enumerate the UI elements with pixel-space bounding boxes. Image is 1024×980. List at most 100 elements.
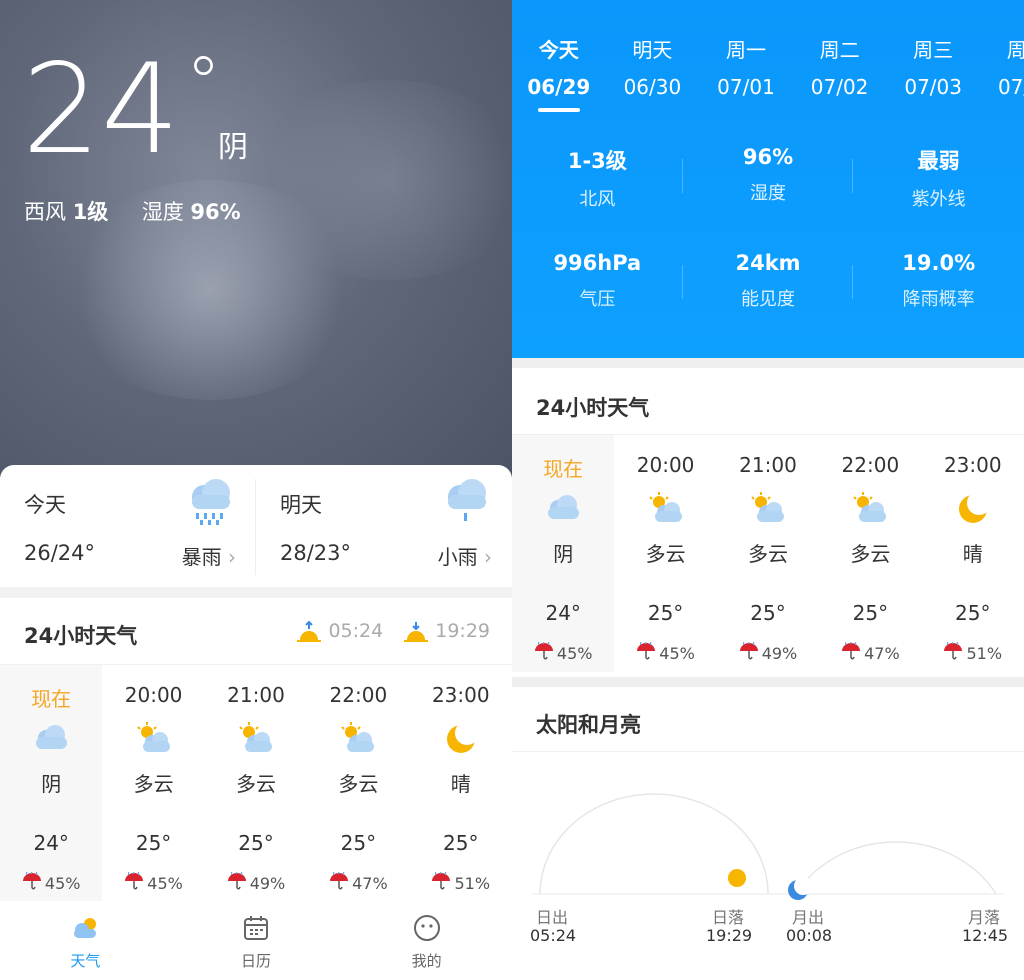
day-name: 明天 (632, 38, 673, 62)
sunrise-value: 05:24 (328, 620, 384, 642)
day-tab[interactable]: 周四 07/04 (980, 34, 1024, 114)
stat-pressure: 996hPa 气压 (512, 251, 683, 357)
rain-value: 45% (147, 873, 183, 893)
cloud-icon (543, 491, 583, 527)
wind-value: 1级 (72, 200, 109, 224)
day-date: 06/29 (527, 75, 591, 99)
tab-weather[interactable]: 天气 (0, 901, 171, 980)
tab-calendar[interactable]: 日历 (171, 901, 342, 980)
tab-label: 日历 (241, 952, 272, 970)
forecast-condition: 小雨 › (438, 541, 492, 570)
rain-value: 47% (864, 643, 900, 663)
forecast-today[interactable]: 今天 26/24° 暴雨 › (0, 465, 256, 587)
partly-cloudy-icon (338, 721, 378, 757)
calendar-icon (244, 916, 268, 940)
day-selector: 今天 06/29 明天 06/30 周一 07/01 周二 07/02 周三 07/03 … (512, 34, 1024, 114)
forecast-tomorrow[interactable]: 明天 28/23° 小雨 › (256, 465, 512, 587)
umbrella-icon (943, 642, 963, 664)
hour-rain-chance: 47% (307, 872, 409, 894)
chevron-right-icon: › (228, 545, 236, 569)
hour-temperature: 25° (852, 601, 889, 625)
rain-value: 47% (352, 873, 388, 893)
day-tab[interactable]: 周三 07/03 (886, 34, 980, 114)
sunrise-time: 05:24 (296, 620, 383, 642)
stat-label: 湿度 (750, 183, 786, 204)
umbrella-icon (636, 642, 656, 664)
stat-label: 气压 (579, 289, 616, 310)
hour-time: 现在 (31, 687, 72, 711)
selected-underline (537, 108, 580, 112)
stat-value: 24km (735, 251, 801, 275)
hour-column: 23:00 晴 25° 51% (410, 665, 512, 902)
partly-cloudy-icon (134, 721, 174, 757)
hour-time: 21:00 (227, 683, 285, 707)
arc-diagram (532, 793, 1004, 900)
current-weather-hero: 24 ° 阴 西风 1级 湿度 96% (0, 0, 512, 500)
degree-symbol: ° (186, 42, 221, 124)
partly-cloudy-icon (236, 721, 276, 757)
tab-label: 我的 (411, 952, 442, 970)
stat-value: 最弱 (917, 149, 960, 173)
hour-rain-chance: 47% (819, 642, 921, 664)
hour-temperature: 25° (238, 831, 274, 855)
hour-temperature: 25° (340, 831, 377, 855)
stat-value: 996hPa (553, 251, 642, 275)
today-weather-screen: 24 ° 阴 西风 1级 湿度 96% 今天 26/24° 暴雨 › 明天 28… (0, 0, 512, 980)
tab-profile[interactable]: 我的 (341, 901, 512, 980)
day-date: 07/01 (717, 75, 775, 99)
tab-label: 天气 (70, 952, 101, 970)
moon-icon (441, 721, 481, 757)
hourly-forecast: 24小时天气 05:24 19:29 现在阴 24° 45% 20:00 多云 25° 45… (0, 598, 512, 902)
humidity-value: 96% (190, 200, 241, 224)
hour-column: 现在阴 24° 45% (0, 665, 103, 902)
day-name: 周一 (725, 38, 766, 62)
day-tab[interactable]: 今天 06/29 (512, 34, 606, 114)
partly-cloudy-icon (646, 491, 686, 527)
stat-label: 能见度 (741, 289, 795, 310)
current-condition: 阴 (218, 130, 248, 165)
day-detail-screen: 今天 06/29 明天 06/30 周一 07/01 周二 07/02 周三 07/03 … (512, 0, 1024, 980)
rain-value: 45% (659, 643, 695, 663)
section-title: 24小时天气 (536, 396, 650, 420)
hour-condition: 阴 (41, 772, 62, 796)
rain-value: 51% (454, 873, 491, 893)
day-tab[interactable]: 周一 07/01 (699, 34, 793, 114)
forecast-range: 26/24° (24, 541, 96, 565)
forecast-condition-text: 暴雨 (181, 545, 222, 569)
sunset-time: 19:29 (403, 620, 490, 642)
hour-rain-chance: 45% (0, 872, 102, 894)
section-title: 24小时天气 (24, 624, 138, 648)
hour-condition: 多云 (133, 772, 174, 796)
hour-columns: 现在阴 24° 45% 20:00 多云 25° 45% 21:00 多云 25° 49% 22:00… (512, 434, 1024, 677)
sunset-value: 19:29 (435, 620, 490, 642)
two-day-forecast: 今天 26/24° 暴雨 › 明天 28/23° 小雨 › (0, 465, 512, 587)
day-name: 周四 (1006, 38, 1024, 62)
humidity-label: 湿度 (141, 200, 184, 224)
hourly-forecast: 24小时天气 现在阴 24° 45% 20:00 多云 25° 45% 21:00 多云 25° 4… (512, 368, 1024, 677)
hour-time: 22:00 (841, 453, 900, 477)
hour-rain-chance: 45% (512, 642, 614, 664)
sunrise-label: 日出 (536, 908, 569, 927)
hour-temperature: 25° (750, 601, 786, 625)
stat-visibility: 24km 能见度 (683, 251, 854, 357)
stat-value: 96% (742, 145, 794, 169)
hour-condition: 多云 (338, 772, 379, 796)
stat-uv: 最弱 紫外线 (853, 145, 1024, 251)
forecast-day-label: 今天 (24, 493, 66, 517)
rain-value: 49% (249, 873, 286, 893)
hour-column: 23:00 晴 25° 51% (922, 435, 1024, 672)
section-title: 太阳和月亮 (536, 713, 641, 737)
day-tab[interactable]: 周二 07/02 (793, 34, 887, 114)
rain-value: 45% (44, 873, 81, 893)
hour-temperature: 25° (955, 601, 991, 625)
sun-marker (728, 869, 746, 887)
sunset-icon (404, 622, 429, 642)
day-name: 周三 (913, 38, 954, 62)
moon-arc (795, 841, 997, 895)
hour-condition: 晴 (450, 772, 471, 796)
hour-time: 21:00 (739, 453, 797, 477)
hour-time: 20:00 (124, 683, 183, 707)
hour-rain-chance: 51% (922, 642, 1024, 664)
hour-time: 现在 (543, 457, 584, 481)
day-tab[interactable]: 明天 06/30 (606, 34, 700, 114)
